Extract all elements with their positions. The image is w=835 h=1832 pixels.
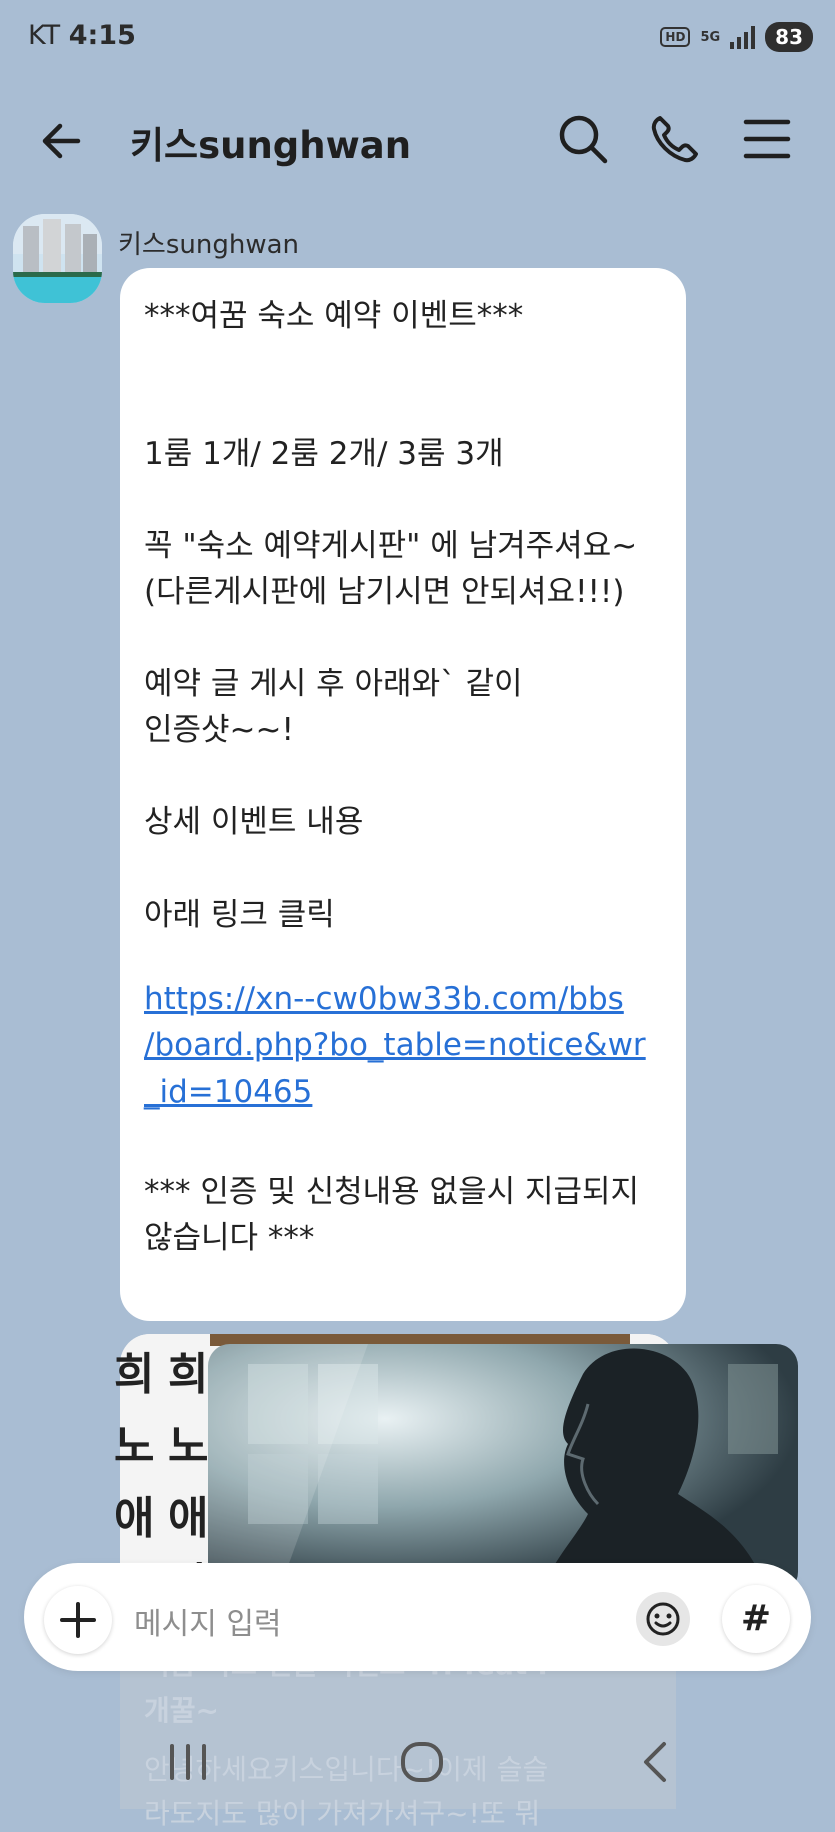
plus-icon (60, 1602, 96, 1638)
message-line: 1룸 1개/ 2룸 2개/ 3룸 3개 (144, 436, 504, 472)
preview-body: 라도지도 많이 가져가셔구~!또 뭐 (144, 1797, 541, 1830)
emoji-button[interactable] (636, 1592, 690, 1646)
menu-icon[interactable] (740, 112, 794, 166)
message-line: 예약 글 게시 후 아래와` 같이 (144, 666, 523, 702)
message-line: 않습니다 *** (144, 1220, 315, 1256)
carrier-label: KT (28, 20, 61, 51)
sender-name: 키스sunghwan (118, 230, 300, 260)
message-input[interactable]: 메시지 입력 (134, 1599, 282, 1643)
clock: 4:15 (68, 20, 136, 51)
nav-back-icon[interactable] (626, 1738, 686, 1786)
calligraphy-char: 노 (168, 1421, 209, 1472)
home-icon[interactable] (392, 1738, 452, 1786)
attach-button[interactable] (44, 1586, 112, 1654)
chat-title: 키스sunghwan (130, 124, 412, 167)
message-bubble[interactable] (120, 268, 686, 1321)
status-bar-indicators: HD 5G 83 (660, 22, 813, 52)
message-line: 상세 이벤트 내용 (144, 804, 364, 840)
message-line: ***여꿈 숙소 예약 이벤트*** (144, 298, 524, 334)
calligraphy-char: 희 (114, 1349, 155, 1400)
status-bar-carrier-time: KT 4:15 (28, 20, 136, 51)
network-type: 5G (700, 29, 721, 45)
message-line: (다른게시판에 남기시면 안되셔요!!!) (144, 574, 625, 610)
message-line: 아래 링크 클릭 (144, 897, 335, 933)
search-icon[interactable] (556, 112, 610, 166)
calligraphy-char: 애 (168, 1493, 209, 1544)
event-link[interactable]: /board.php?bo_table=notice&wr (144, 1027, 646, 1063)
event-link[interactable]: _id=10465 (144, 1074, 312, 1110)
calligraphy-char: 희 (168, 1349, 209, 1400)
video-pip-player[interactable] (208, 1344, 798, 1594)
event-link[interactable]: https://xn--cw0bw33b.com/bbs (144, 981, 624, 1017)
battery-indicator: 83 (765, 22, 813, 52)
message-line: 꼭 "숙소 예약게시판" 에 남겨주셔요~ (144, 528, 638, 564)
back-arrow-icon[interactable] (38, 116, 88, 166)
signal-icon (730, 25, 756, 49)
hashtag-search-button[interactable]: # (722, 1585, 790, 1653)
message-line: *** 인증 및 신청내용 없을시 지급되지 (144, 1174, 640, 1210)
recent-apps-icon[interactable] (158, 1738, 218, 1786)
calligraphy-char: 애 (114, 1493, 155, 1544)
preview-image-calligraphy: 희 희 노 노 애 애 락 (114, 1338, 209, 1610)
emoji-icon (646, 1602, 680, 1636)
phone-icon[interactable] (648, 112, 702, 166)
calligraphy-char: 노 (114, 1421, 155, 1472)
hd-voice-badge: HD (660, 27, 691, 47)
avatar[interactable] (13, 214, 102, 303)
message-line: 인증샷~~! (144, 712, 294, 748)
preview-title: 개꿀~ (144, 1694, 219, 1727)
